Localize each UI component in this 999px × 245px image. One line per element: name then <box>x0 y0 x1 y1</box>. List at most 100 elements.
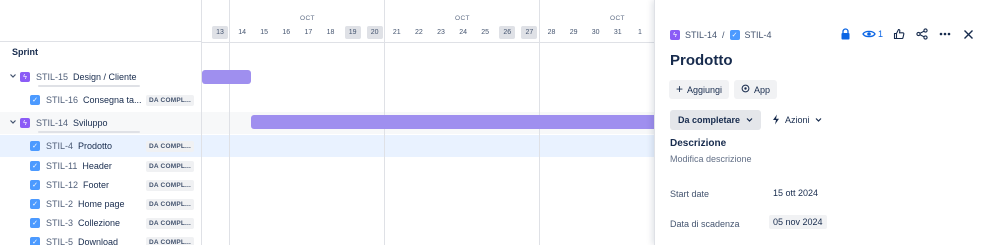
issue-title: Sviluppo <box>73 118 108 128</box>
lock-icon[interactable] <box>839 27 853 41</box>
issue-key[interactable]: STIL-16 <box>46 95 78 105</box>
month-header: OCT OCT OCT <box>202 0 654 24</box>
day-label: 30 <box>591 29 600 36</box>
checkbox-task-icon: ✓ <box>729 30 740 40</box>
day-label: 17 <box>304 29 313 36</box>
timeline-grid[interactable]: OCT OCT OCT 13 14 15 16 17 18 19 20 21 22 23 24 25 26… <box>202 0 654 245</box>
month-label: OCT <box>610 15 625 22</box>
issue-key[interactable]: STIL-2 <box>46 199 73 209</box>
progress-bar <box>38 131 140 133</box>
issue-title: Prodotto <box>78 141 113 151</box>
share-icon[interactable] <box>915 27 929 41</box>
checkbox-task-icon: ✓ <box>30 180 40 190</box>
issue-title: Download <box>78 237 119 245</box>
app-button-label: App <box>754 84 771 95</box>
day-header: 13 14 15 16 17 18 19 20 21 22 23 24 25 26 27 28 29 30 31 1 <box>202 26 654 40</box>
issue-key-link[interactable]: STIL-4 <box>745 30 772 40</box>
status-label: Da completare <box>678 115 741 125</box>
watch-count: 1 <box>877 29 883 39</box>
plus-icon: + <box>676 82 684 96</box>
day-label: 15 <box>260 29 269 36</box>
description-field[interactable]: Modifica descrizione <box>670 154 752 164</box>
status-dropdown[interactable]: Da completare <box>670 110 762 130</box>
sprint-header: Sprint <box>12 47 38 57</box>
epic-bar-stil-15[interactable] <box>202 70 251 84</box>
issue-title: Footer <box>83 180 110 190</box>
issue-key[interactable]: STIL-11 <box>46 161 77 171</box>
status-badge[interactable]: DA COMPL... <box>146 198 195 210</box>
watch-button[interactable]: 1 <box>862 27 883 41</box>
epic-bar-stil-14[interactable] <box>251 115 654 129</box>
issue-detail-panel: ϟ STIL-14 / ✓ STIL-4 1 Prodotto + Aggiun… <box>654 0 999 245</box>
day-label: 26 <box>499 26 516 39</box>
chevron-down-icon <box>815 115 822 125</box>
day-label: 28 <box>547 29 556 36</box>
chevron-down-icon[interactable] <box>6 72 20 82</box>
checkbox-task-icon: ✓ <box>30 141 40 151</box>
issue-key[interactable]: STIL-15 <box>36 72 68 82</box>
day-label: 29 <box>569 29 578 36</box>
status-badge[interactable]: DA COMPL... <box>146 140 195 152</box>
day-label: 22 <box>414 29 423 36</box>
day-label: 31 <box>613 29 622 36</box>
close-icon[interactable] <box>961 27 975 41</box>
day-label: 1 <box>637 29 642 36</box>
issue-title-heading[interactable]: Prodotto <box>670 52 732 69</box>
checkbox-task-icon: ✓ <box>30 218 40 228</box>
day-label: 24 <box>459 29 467 36</box>
panel-toolbar: 1 <box>839 27 975 41</box>
progress-bar <box>38 85 140 87</box>
list-item[interactable]: ✓ STIL-4 Prodotto DA COMPL... <box>0 135 201 157</box>
issue-key[interactable]: STIL-14 <box>36 118 68 128</box>
more-icon[interactable] <box>938 27 952 41</box>
due-date-label: Data di scadenza <box>670 219 740 229</box>
actions-dropdown[interactable]: Azioni <box>768 110 826 130</box>
list-item[interactable]: ϟ STIL-14 Sviluppo <box>0 112 201 134</box>
epic-icon: ϟ <box>20 72 30 82</box>
breadcrumb-separator: / <box>722 30 725 40</box>
list-item[interactable]: ✓ STIL-5 Download DA COMPL... <box>0 231 201 245</box>
day-label: 23 <box>437 29 445 36</box>
header-divider <box>202 42 654 43</box>
issue-key[interactable]: STIL-3 <box>46 218 73 228</box>
status-badge[interactable]: DA COMPL... <box>146 160 195 172</box>
actions-label: Azioni <box>785 115 810 125</box>
issue-title: Home page <box>78 199 125 209</box>
issue-key[interactable]: STIL-4 <box>46 141 73 151</box>
issue-key[interactable]: STIL-5 <box>46 237 73 245</box>
add-button[interactable]: + Aggiungi <box>669 80 730 99</box>
app-button[interactable]: App <box>734 80 778 99</box>
issue-key[interactable]: STIL-12 <box>46 180 78 190</box>
issue-title: Collezione <box>78 218 121 228</box>
status-badge[interactable]: DA COMPL... <box>146 236 195 245</box>
issue-title: Design / Cliente <box>73 72 137 82</box>
chevron-down-icon[interactable] <box>6 118 20 128</box>
list-item[interactable]: ϟ STIL-15 Design / Cliente <box>0 66 201 88</box>
list-item[interactable]: ✓ STIL-16 Consegna ta... DA COMPL... <box>0 89 201 111</box>
day-label: 20 <box>366 26 383 39</box>
checkbox-task-icon: ✓ <box>30 199 40 209</box>
start-date-label: Start date <box>670 189 710 199</box>
month-label: OCT <box>300 15 315 22</box>
list-header <box>0 0 201 42</box>
issue-title: Consegna ta... <box>83 95 142 105</box>
due-date-value[interactable]: 05 nov 2024 <box>769 215 827 229</box>
status-badge[interactable]: DA COMPL... <box>146 94 195 106</box>
day-label: 27 <box>521 26 538 39</box>
issue-list: Sprint ϟ STIL-15 Design / Cliente ✓ STIL… <box>0 0 202 245</box>
day-label: 18 <box>326 29 335 36</box>
day-label: 19 <box>344 26 361 39</box>
status-badge[interactable]: DA COMPL... <box>146 217 195 229</box>
add-button-label: Aggiungi <box>687 84 723 95</box>
checkbox-task-icon: ✓ <box>30 237 40 245</box>
breadcrumb: ϟ STIL-14 / ✓ STIL-4 <box>670 30 772 40</box>
chevron-down-icon <box>746 115 753 125</box>
month-label: OCT <box>455 15 470 22</box>
epic-icon: ϟ <box>670 30 680 40</box>
thumbs-up-icon[interactable] <box>892 27 906 41</box>
checkbox-task-icon: ✓ <box>30 95 40 105</box>
app-icon <box>741 84 750 95</box>
parent-issue-link[interactable]: STIL-14 <box>685 30 717 40</box>
start-date-value[interactable]: 15 ott 2024 <box>769 186 822 200</box>
status-badge[interactable]: DA COMPL... <box>146 179 195 191</box>
